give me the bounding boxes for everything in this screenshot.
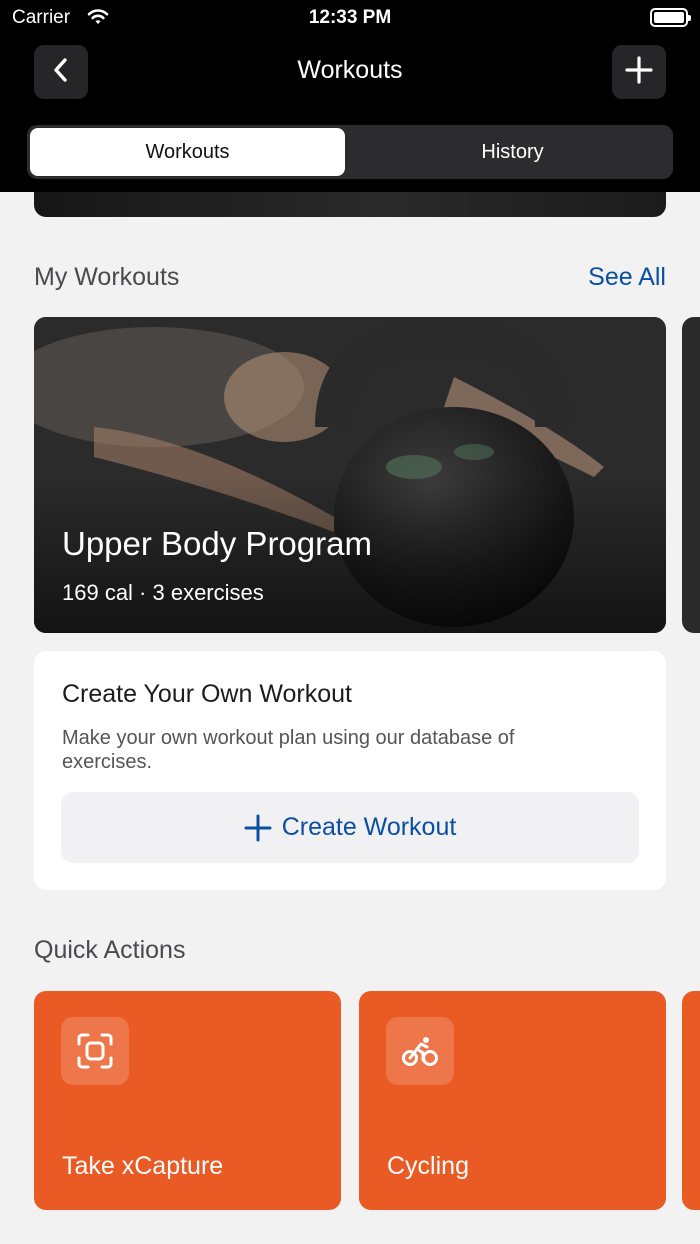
page-title: Workouts [297,56,403,84]
segmented-control: Workouts History [27,125,673,179]
top-header: Carrier 12:33 PM Workouts Workouts Histo… [0,0,700,192]
plus-icon [244,814,272,842]
tab-workouts[interactable]: Workouts [30,128,345,176]
bicycle-icon [386,1017,454,1085]
workout-card-title: Upper Body Program [62,525,372,562]
create-workout-card: Create Your Own Workout Make your own wo… [34,651,666,890]
quick-action-label: Cycling [387,1152,469,1180]
my-workouts-heading: My Workouts [34,263,180,291]
next-workout-card-peek[interactable] [682,317,700,633]
workout-card-meta: 169 cal · 3 exercises [62,580,264,605]
quick-action-cycling[interactable]: Cycling [359,991,666,1210]
create-card-title: Create Your Own Workout [62,680,352,708]
create-card-description: Make your own workout plan using our dat… [62,727,515,773]
create-workout-label: Create Workout [281,813,457,841]
next-quick-action-peek[interactable] [682,991,700,1210]
workout-card-upper-body[interactable]: Upper Body Program 169 cal · 3 exercises [34,317,666,633]
create-workout-button[interactable]: Create Workout [61,792,639,863]
add-workout-button[interactable] [612,45,666,99]
battery-icon [650,8,691,27]
clock: 12:33 PM [308,7,392,28]
tab-history[interactable]: History [355,128,670,176]
see-all-link[interactable]: See All [588,263,666,292]
quick-action-label: Take xCapture [62,1152,224,1180]
quick-actions-heading: Quick Actions [34,936,186,964]
plus-icon [625,55,653,89]
status-bar: Carrier 12:33 PM [0,0,700,36]
quick-action-xcapture[interactable]: Take xCapture [34,991,341,1210]
scan-icon [61,1017,129,1085]
